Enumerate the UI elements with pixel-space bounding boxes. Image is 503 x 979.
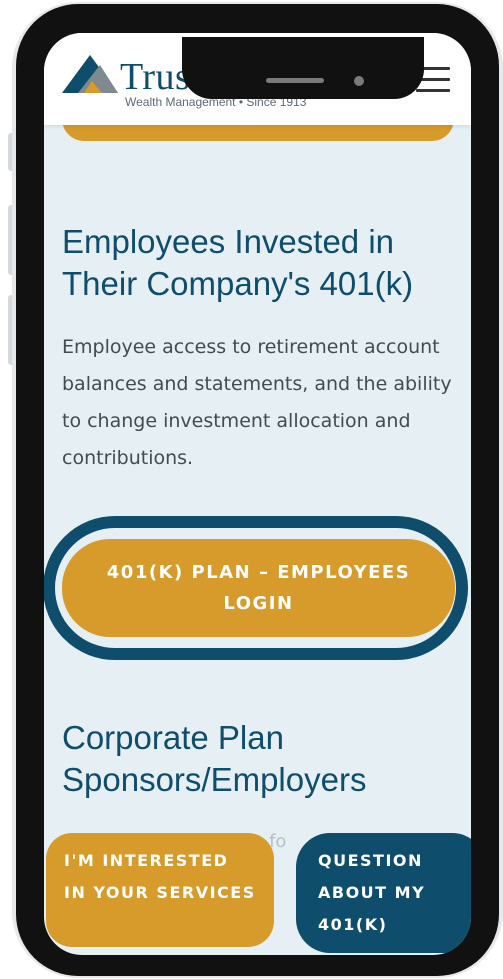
employee-401k-login-button[interactable]: 401(K) PLAN – EMPLOYEES LOGIN — [62, 539, 455, 637]
interested-in-services-button[interactable]: I'M INTERESTED IN YOUR SERVICES — [46, 833, 274, 947]
front-camera — [354, 76, 364, 86]
employees-description: Employee access to retirement account ba… — [62, 336, 452, 469]
question-about-401k-button[interactable]: QUESTION ABOUT MY 401(K) — [296, 833, 471, 953]
corporate-section-title: Corporate Plan Sponsors/Employers — [62, 719, 367, 798]
phone-notch — [182, 37, 424, 99]
phone-screen: TrustPoint Wealth Management • Since 191… — [44, 33, 471, 955]
employees-section-title: Employees Invested in Their Company's 40… — [62, 223, 414, 302]
speaker-grille — [266, 78, 324, 83]
logo-mountain-icon — [62, 55, 118, 93]
